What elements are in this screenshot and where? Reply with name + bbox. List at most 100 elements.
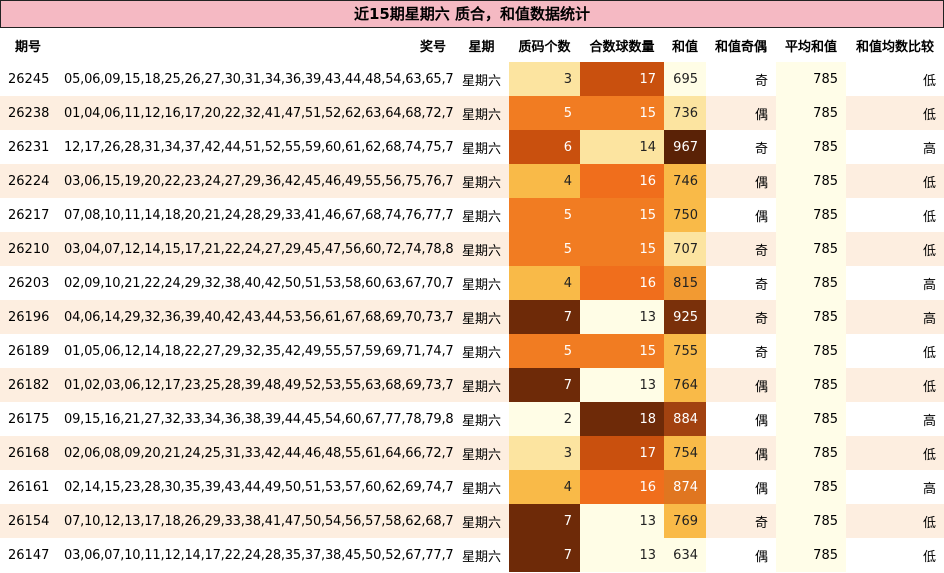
numbers-cell: 02,14,15,23,28,30,35,39,43,44,49,50,51,5… <box>64 479 454 495</box>
sum-parity-cell: 偶 <box>754 107 768 123</box>
composite-count-cell: 13 <box>580 504 664 538</box>
numbers-cell: 02,06,08,09,20,21,24,25,31,33,42,44,46,4… <box>64 445 454 461</box>
avg-sum-cell: 785 <box>776 300 846 334</box>
sum-parity-cell: 偶 <box>754 447 768 463</box>
sum-cell: 874 <box>664 470 706 504</box>
weekday-cell: 星期六 <box>462 345 502 361</box>
period-cell: 26154 <box>8 513 50 529</box>
avg-sum-cell: 785 <box>776 504 846 538</box>
table-row: 26154 07,10,12,13,17,18,26,29,33,38,41,47… <box>0 504 944 538</box>
prime-count-cell: 4 <box>509 266 580 300</box>
table-row: 26203 02,09,10,21,22,24,29,32,38,40,42,50… <box>0 266 944 300</box>
prime-count-cell: 5 <box>509 96 580 130</box>
sum-cell: 815 <box>664 266 706 300</box>
prime-count-cell: 4 <box>509 470 580 504</box>
sum-cell: 967 <box>664 130 706 164</box>
prime-count-cell: 5 <box>509 334 580 368</box>
period-cell: 26196 <box>8 309 50 325</box>
composite-count-cell: 13 <box>580 368 664 402</box>
compare-cell: 低 <box>922 379 936 395</box>
avg-sum-cell: 785 <box>776 62 846 96</box>
numbers-cell: 01,05,06,12,14,18,22,27,29,32,35,42,49,5… <box>64 343 454 359</box>
period-cell: 26238 <box>8 105 50 121</box>
sum-cell: 764 <box>664 368 706 402</box>
sum-parity-cell: 奇 <box>754 73 768 89</box>
sum-cell: 707 <box>664 232 706 266</box>
header-prime-count: 质码个数 <box>518 39 571 55</box>
avg-sum-cell: 785 <box>776 368 846 402</box>
compare-cell: 低 <box>922 447 936 463</box>
numbers-cell: 12,17,26,28,31,34,37,42,44,51,52,55,59,6… <box>64 139 454 155</box>
sum-parity-cell: 奇 <box>754 345 768 361</box>
compare-cell: 低 <box>922 107 936 123</box>
period-cell: 26147 <box>8 547 50 563</box>
compare-cell: 低 <box>922 73 936 89</box>
table-row: 26245 05,06,09,15,18,25,26,27,30,31,34,36… <box>0 62 944 96</box>
composite-count-cell: 14 <box>580 130 664 164</box>
numbers-cell: 07,08,10,11,14,18,20,21,24,28,29,33,41,4… <box>64 207 454 223</box>
compare-cell: 高 <box>922 277 936 293</box>
sum-parity-cell: 偶 <box>754 481 768 497</box>
weekday-cell: 星期六 <box>462 481 502 497</box>
prime-count-cell: 5 <box>509 232 580 266</box>
composite-count-cell: 17 <box>580 62 664 96</box>
prime-count-cell: 7 <box>509 538 580 572</box>
compare-cell: 低 <box>922 243 936 259</box>
header-sum: 和值 <box>672 39 699 55</box>
weekday-cell: 星期六 <box>462 413 502 429</box>
weekday-cell: 星期六 <box>462 175 502 191</box>
table-row: 26189 01,05,06,12,14,18,22,27,29,32,35,42… <box>0 334 944 368</box>
composite-count-cell: 15 <box>580 96 664 130</box>
sum-parity-cell: 奇 <box>754 311 768 327</box>
page-title: 近15期星期六 质合，和值数据统计 <box>0 0 944 28</box>
numbers-cell: 07,10,12,13,17,18,26,29,33,38,41,47,50,5… <box>64 513 454 529</box>
sum-cell: 755 <box>664 334 706 368</box>
sum-parity-cell: 偶 <box>754 549 768 565</box>
composite-count-cell: 15 <box>580 232 664 266</box>
weekday-cell: 星期六 <box>462 141 502 157</box>
prime-count-cell: 3 <box>509 62 580 96</box>
stats-table: 期号 奖号 星期 质码个数 合数球数量 和值 和值奇偶 平均和值 和值均数比较 … <box>0 28 944 572</box>
composite-count-cell: 16 <box>580 470 664 504</box>
weekday-cell: 星期六 <box>462 107 502 123</box>
sum-cell: 736 <box>664 96 706 130</box>
numbers-cell: 01,04,06,11,12,16,17,20,22,32,41,47,51,5… <box>64 105 454 121</box>
numbers-cell: 05,06,09,15,18,25,26,27,30,31,34,36,39,4… <box>64 71 454 87</box>
prime-count-cell: 3 <box>509 436 580 470</box>
weekday-cell: 星期六 <box>462 243 502 259</box>
period-cell: 26168 <box>8 445 50 461</box>
numbers-cell: 03,06,15,19,20,22,23,24,27,29,36,42,45,4… <box>64 173 454 189</box>
sum-cell: 634 <box>664 538 706 572</box>
avg-sum-cell: 785 <box>776 470 846 504</box>
prime-count-cell: 2 <box>509 402 580 436</box>
table-row: 26210 03,04,07,12,14,15,17,21,22,24,27,29… <box>0 232 944 266</box>
avg-sum-cell: 785 <box>776 402 846 436</box>
table-row: 26147 03,06,07,10,11,12,14,17,22,24,28,35… <box>0 538 944 572</box>
avg-sum-cell: 785 <box>776 538 846 572</box>
sum-cell: 884 <box>664 402 706 436</box>
weekday-cell: 星期六 <box>462 277 502 293</box>
prime-count-cell: 6 <box>509 130 580 164</box>
table-row: 26196 04,06,14,29,32,36,39,40,42,43,44,53… <box>0 300 944 334</box>
table-row: 26175 09,15,16,21,27,32,33,34,36,38,39,44… <box>0 402 944 436</box>
numbers-cell: 03,04,07,12,14,15,17,21,22,24,27,29,45,4… <box>64 241 454 257</box>
numbers-cell: 03,06,07,10,11,12,14,17,22,24,28,35,37,3… <box>64 547 454 563</box>
compare-cell: 低 <box>922 515 936 531</box>
period-cell: 26224 <box>8 173 50 189</box>
weekday-cell: 星期六 <box>462 311 502 327</box>
table-header-row: 期号 奖号 星期 质码个数 合数球数量 和值 和值奇偶 平均和值 和值均数比较 <box>0 28 944 62</box>
avg-sum-cell: 785 <box>776 96 846 130</box>
numbers-cell: 09,15,16,21,27,32,33,34,36,38,39,44,45,5… <box>64 411 454 427</box>
avg-sum-cell: 785 <box>776 436 846 470</box>
compare-cell: 高 <box>922 311 936 327</box>
period-cell: 26210 <box>8 241 50 257</box>
compare-cell: 低 <box>922 175 936 191</box>
weekday-cell: 星期六 <box>462 209 502 225</box>
numbers-cell: 02,09,10,21,22,24,29,32,38,40,42,50,51,5… <box>64 275 454 291</box>
table-row: 26238 01,04,06,11,12,16,17,20,22,32,41,47… <box>0 96 944 130</box>
period-cell: 26175 <box>8 411 50 427</box>
prime-count-cell: 4 <box>509 164 580 198</box>
sum-parity-cell: 奇 <box>754 277 768 293</box>
sum-cell: 754 <box>664 436 706 470</box>
composite-count-cell: 16 <box>580 266 664 300</box>
